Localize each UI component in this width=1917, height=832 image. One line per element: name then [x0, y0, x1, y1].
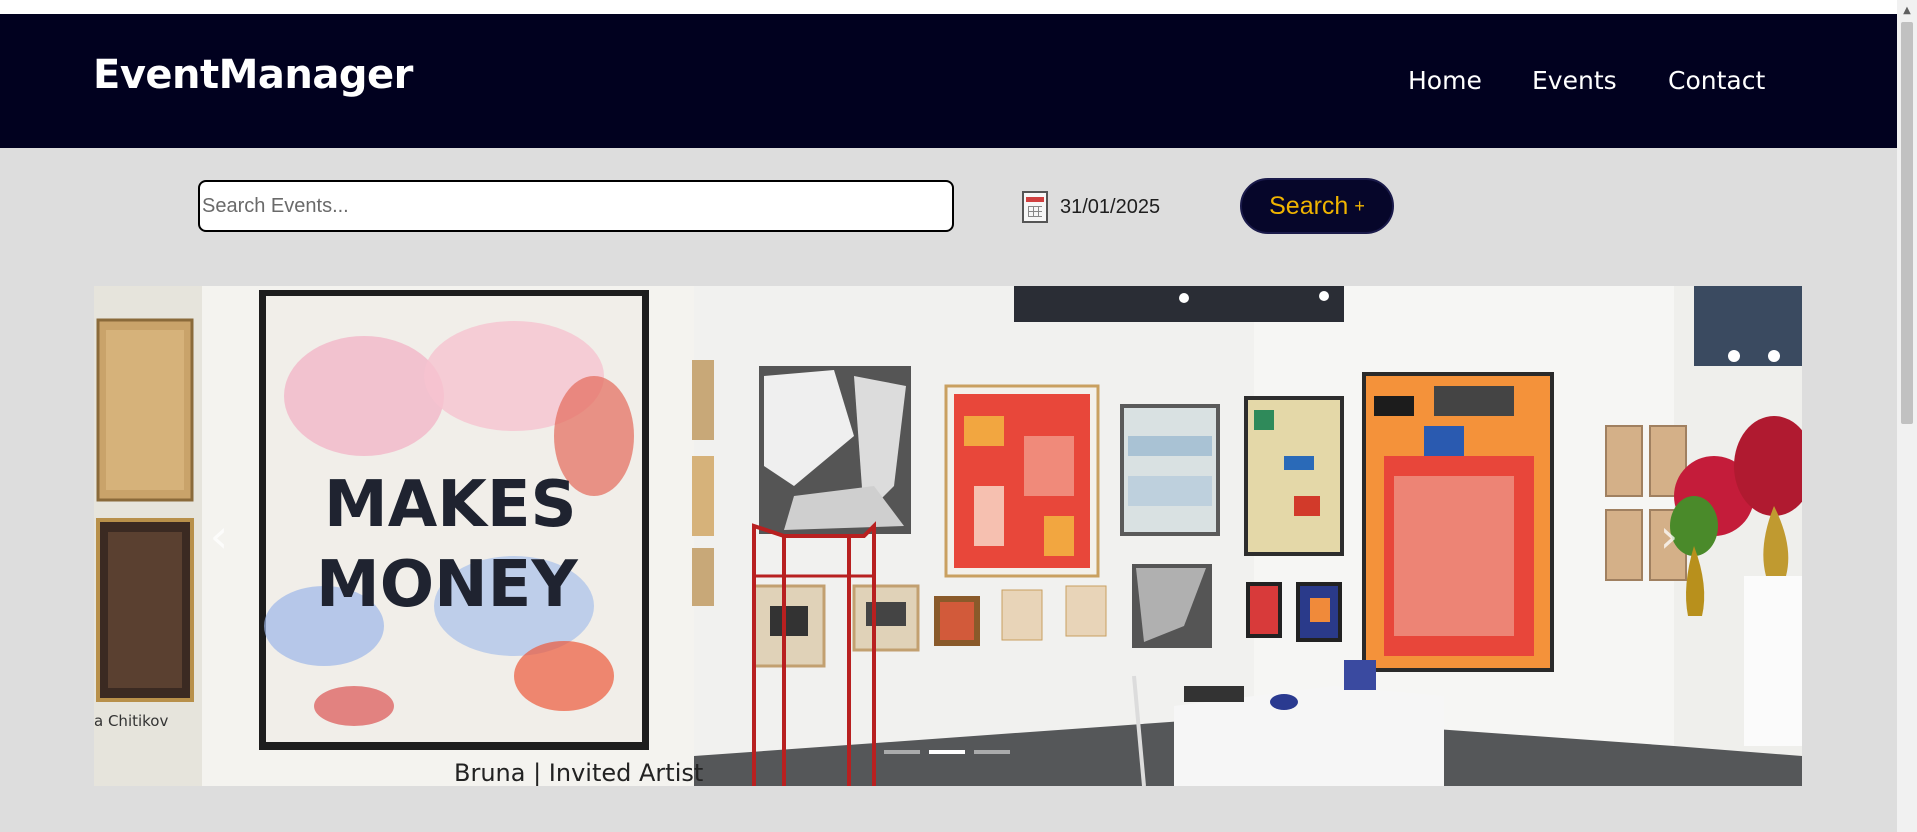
search-button-label: Search: [1269, 191, 1349, 220]
caption-bottom: Bruna | Invited Artist: [454, 759, 703, 786]
nav-link-events[interactable]: Events: [1532, 66, 1617, 95]
nav-link-contact[interactable]: Contact: [1668, 66, 1765, 95]
search-input[interactable]: [198, 180, 954, 232]
carousel-prev-icon[interactable]: ‹: [194, 501, 244, 571]
browser-top-strip: [0, 0, 1897, 14]
scroll-up-arrow-icon[interactable]: ▲: [1897, 0, 1917, 20]
vertical-scrollbar[interactable]: ▲: [1897, 0, 1917, 832]
calendar-icon[interactable]: [1022, 191, 1048, 223]
carousel-indicator-2[interactable]: [929, 750, 965, 754]
carousel-indicator-3[interactable]: [974, 750, 1010, 754]
carousel-indicators: [884, 750, 1010, 754]
navbar: EventManager Home Events Contact: [0, 14, 1897, 148]
caption-left: a Chitikov: [94, 712, 168, 730]
nav-link-home[interactable]: Home: [1408, 66, 1482, 95]
carousel-next-icon[interactable]: ›: [1644, 501, 1694, 571]
plus-icon: +: [1354, 195, 1365, 216]
date-value[interactable]: 31/01/2025: [1060, 196, 1160, 219]
carousel-indicator-1[interactable]: [884, 750, 920, 754]
search-button[interactable]: Search +: [1240, 178, 1394, 234]
carousel-slide-image: a Chitikov MAKES MONEY Bruna | Invited A…: [94, 286, 1802, 786]
artwork-text-1: MAKES: [324, 468, 577, 542]
brand-logo[interactable]: EventManager: [93, 52, 413, 98]
date-field[interactable]: 31/01/2025: [1022, 190, 1160, 224]
event-carousel[interactable]: a Chitikov MAKES MONEY Bruna | Invited A…: [94, 286, 1802, 786]
scroll-thumb[interactable]: [1901, 22, 1913, 424]
artwork-text-2: MONEY: [316, 548, 578, 622]
